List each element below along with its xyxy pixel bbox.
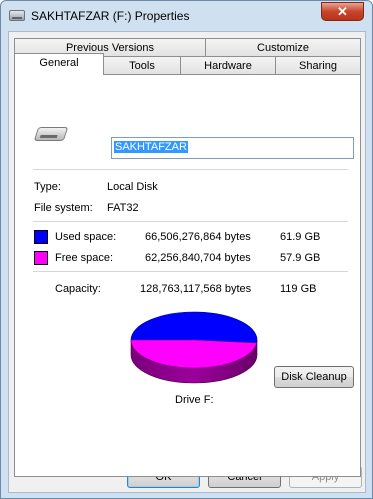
disk-cleanup-button[interactable]: Disk Cleanup bbox=[274, 366, 354, 388]
used-space-label: Used space: bbox=[55, 231, 117, 243]
drive-icon bbox=[9, 10, 25, 21]
close-button[interactable]: ✕ bbox=[321, 2, 364, 21]
dialog-client: Previous Versions Customize General Tool… bbox=[8, 31, 366, 493]
window-title: SAKHTAFZAR (F:) Properties bbox=[31, 9, 190, 23]
used-space-gb: 61.9 GB bbox=[280, 231, 321, 243]
divider bbox=[33, 221, 348, 222]
tab-customize[interactable]: Customize bbox=[205, 38, 361, 57]
drive-name-text: SAKHTAFZAR bbox=[114, 141, 188, 153]
disk-usage-pie-chart bbox=[130, 311, 258, 384]
drive-letter-label: Drive F: bbox=[175, 394, 214, 406]
tab-hardware[interactable]: Hardware bbox=[180, 56, 276, 75]
used-space-swatch bbox=[34, 230, 48, 244]
tab-tools[interactable]: Tools bbox=[103, 56, 181, 75]
properties-window: SAKHTAFZAR (F:) Properties ✕ Previous Ve… bbox=[0, 0, 373, 499]
free-space-label: Free space: bbox=[55, 252, 114, 264]
used-space-bytes: 66,506,276,864 bytes bbox=[145, 231, 251, 243]
hard-drive-icon bbox=[33, 127, 69, 141]
free-space-swatch bbox=[34, 251, 48, 265]
type-value: Local Disk bbox=[107, 181, 158, 193]
free-space-bytes: 62,256,840,704 bytes bbox=[145, 252, 251, 264]
capacity-bytes: 128,763,117,568 bytes bbox=[140, 283, 252, 295]
file-system-value: FAT32 bbox=[107, 202, 139, 214]
tab-general[interactable]: General bbox=[14, 53, 104, 75]
tab-sharing[interactable]: Sharing bbox=[275, 56, 361, 75]
free-space-gb: 57.9 GB bbox=[280, 252, 321, 264]
divider bbox=[33, 169, 348, 170]
title-bar: SAKHTAFZAR (F:) Properties ✕ bbox=[1, 1, 372, 31]
divider bbox=[33, 271, 348, 272]
pie-used-slice bbox=[130, 311, 258, 344]
file-system-label: File system: bbox=[34, 202, 93, 214]
type-label: Type: bbox=[34, 181, 61, 193]
drive-name-input[interactable]: SAKHTAFZAR bbox=[111, 137, 354, 159]
capacity-label: Capacity: bbox=[55, 283, 101, 295]
general-tab-panel: SAKHTAFZAR Type: Local Disk File system:… bbox=[14, 74, 361, 477]
capacity-gb: 119 GB bbox=[280, 283, 317, 295]
